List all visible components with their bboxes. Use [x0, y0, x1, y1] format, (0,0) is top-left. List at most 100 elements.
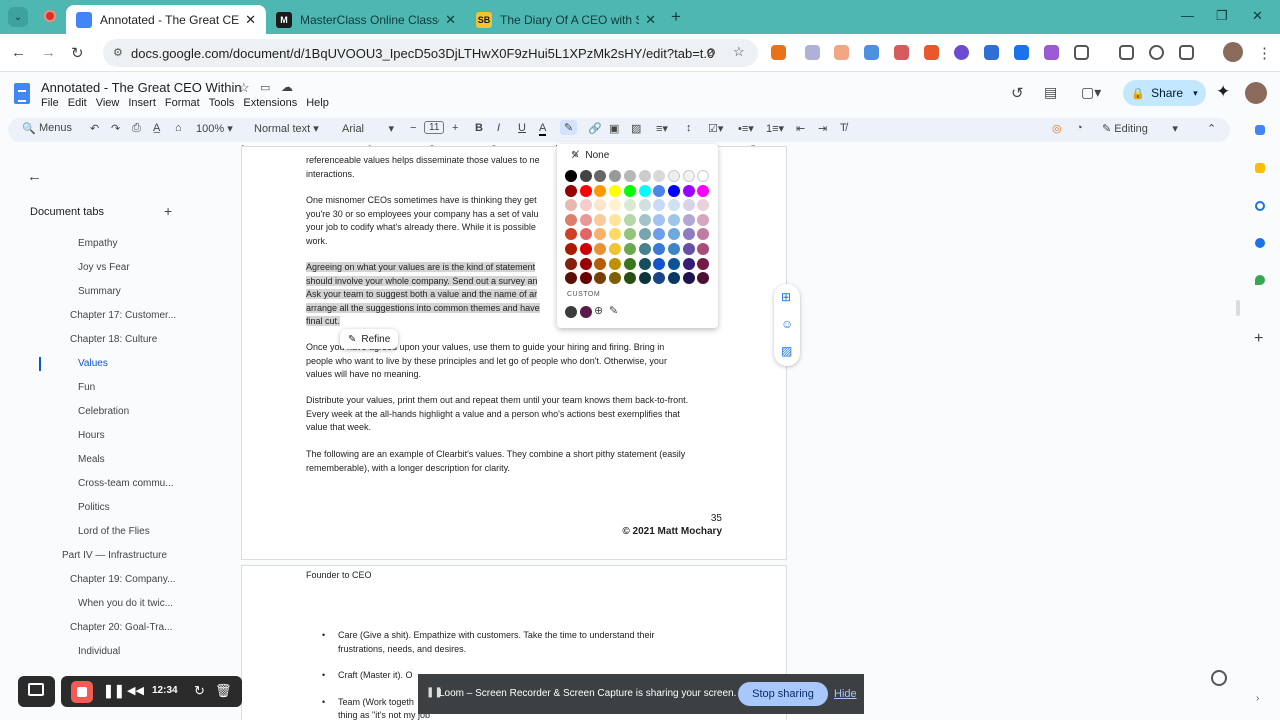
font-select[interactable]: Arial ▾: [342, 122, 394, 135]
profile-avatar[interactable]: [1223, 42, 1243, 62]
increase-font-size-icon[interactable]: +: [452, 122, 458, 134]
color-swatch[interactable]: [565, 257, 577, 270]
color-swatch[interactable]: [609, 257, 622, 270]
color-swatch[interactable]: [565, 170, 577, 182]
color-swatch[interactable]: [638, 184, 651, 197]
redo-icon[interactable]: ↷: [111, 122, 120, 135]
tab-search-button[interactable]: ⌄: [8, 7, 28, 27]
close-outline-back-icon[interactable]: ←: [27, 168, 42, 185]
scroll-right-icon[interactable]: ›: [1256, 693, 1259, 704]
outline-item[interactable]: Politics: [78, 502, 110, 513]
print-icon[interactable]: ⎙: [132, 122, 141, 135]
color-swatch[interactable]: [638, 170, 651, 182]
color-swatch[interactable]: [623, 243, 636, 255]
color-swatch[interactable]: [609, 243, 622, 255]
color-swatch[interactable]: [667, 184, 680, 197]
gemini-sparkle-icon[interactable]: ✦: [1216, 82, 1230, 102]
menu-extensions[interactable]: Extensions: [243, 97, 297, 109]
outline-item[interactable]: Part IV — Infrastructure: [62, 550, 167, 561]
color-swatch[interactable]: [565, 272, 577, 285]
close-tab-icon[interactable]: ✕: [445, 12, 456, 28]
color-swatch[interactable]: [667, 228, 680, 241]
highlight-color-icon[interactable]: ✎: [560, 120, 578, 135]
color-swatch[interactable]: [697, 170, 710, 182]
no-highlight-option[interactable]: ✎̸ None: [571, 150, 609, 161]
color-swatch[interactable]: [623, 170, 636, 182]
color-swatch[interactable]: [623, 228, 636, 241]
reload-icon[interactable]: ↻: [71, 44, 84, 62]
underline-icon[interactable]: U: [518, 122, 526, 134]
minimize-icon[interactable]: —: [1181, 8, 1194, 23]
zoom-select[interactable]: 100% ▾: [196, 122, 233, 135]
color-swatch[interactable]: [697, 228, 710, 241]
trash-icon[interactable]: 🗑: [215, 683, 232, 699]
outline-item[interactable]: Chapter 20: Goal-Tra...: [70, 622, 172, 633]
extension-icon[interactable]: [864, 45, 879, 60]
comments-icon[interactable]: ▤: [1044, 84, 1057, 101]
restore-icon[interactable]: ❐: [1216, 8, 1228, 24]
paragraph[interactable]: The following are an example of Clearbit…: [306, 448, 721, 475]
meet-icon[interactable]: ▢▾: [1081, 84, 1101, 101]
menu-help[interactable]: Help: [306, 97, 329, 109]
color-swatch[interactable]: [638, 272, 651, 285]
numbered-list-icon[interactable]: 1≡▾: [766, 122, 784, 135]
history-icon[interactable]: ◔: [1076, 122, 1083, 134]
menus-search[interactable]: Menus: [39, 122, 72, 134]
bulleted-list-icon[interactable]: •≡▾: [738, 122, 754, 135]
color-swatch[interactable]: [697, 213, 710, 226]
color-swatch[interactable]: [667, 199, 680, 212]
outline-item[interactable]: Values: [78, 358, 108, 369]
recorder-camera-toggle[interactable]: [18, 676, 55, 707]
menu-view[interactable]: View: [96, 97, 120, 109]
hide-button[interactable]: Hide: [834, 688, 857, 700]
color-swatch[interactable]: [609, 170, 622, 182]
move-folder-icon[interactable]: ▭: [260, 81, 270, 94]
color-swatch[interactable]: [697, 257, 710, 270]
outline-item[interactable]: Empathy: [78, 238, 117, 249]
color-swatch[interactable]: [653, 170, 666, 182]
align-icon[interactable]: ≡▾: [656, 122, 668, 135]
color-swatch[interactable]: [594, 243, 607, 255]
grammarly-icon[interactable]: [1211, 670, 1227, 686]
color-swatch[interactable]: [653, 228, 666, 241]
color-swatch[interactable]: [623, 272, 636, 285]
color-swatch[interactable]: [697, 199, 710, 212]
color-swatch[interactable]: [653, 199, 666, 212]
color-swatch[interactable]: [667, 243, 680, 255]
color-swatch[interactable]: [653, 243, 666, 255]
color-swatch[interactable]: [579, 184, 592, 197]
outline-item[interactable]: Cross-team commu...: [78, 478, 174, 489]
text-color-icon[interactable]: A: [539, 122, 547, 136]
color-swatch[interactable]: [579, 228, 592, 241]
insert-link-icon[interactable]: 🔗: [588, 122, 602, 135]
stop-sharing-button[interactable]: Stop sharing: [738, 682, 828, 706]
custom-color-swatch[interactable]: [580, 306, 592, 318]
insert-image-icon[interactable]: ▨: [631, 122, 641, 135]
extensions-puzzle-icon[interactable]: [1074, 45, 1089, 60]
color-swatch[interactable]: [682, 170, 695, 182]
eye-off-icon[interactable]: ⊘: [706, 45, 716, 59]
extension-icon[interactable]: [1044, 45, 1059, 60]
line-spacing-icon[interactable]: ↕: [686, 122, 692, 134]
menu-format[interactable]: Format: [165, 97, 200, 109]
italic-icon[interactable]: I: [497, 122, 500, 134]
color-swatch[interactable]: [682, 184, 695, 197]
browser-tab-docs[interactable]: Annotated - The Great CEO Wit ✕: [66, 5, 266, 34]
side-panel-icon[interactable]: [1179, 45, 1194, 60]
color-swatch[interactable]: [579, 213, 592, 226]
extension-icon[interactable]: [771, 45, 786, 60]
color-swatch[interactable]: [682, 272, 695, 285]
bold-icon[interactable]: B: [475, 122, 483, 134]
extension-icon[interactable]: [805, 45, 820, 60]
color-swatch[interactable]: [609, 213, 622, 226]
decrease-font-size-icon[interactable]: −: [410, 122, 416, 134]
color-swatch[interactable]: [653, 213, 666, 226]
font-size-input[interactable]: 11: [424, 121, 445, 134]
increase-indent-icon[interactable]: ⇥: [818, 122, 827, 135]
contacts-icon[interactable]: [1255, 238, 1265, 248]
suggest-edits-icon[interactable]: ▨: [781, 344, 792, 358]
calendar-icon[interactable]: [1255, 125, 1265, 135]
color-swatch[interactable]: [697, 184, 710, 197]
outline-item[interactable]: Individual: [78, 646, 120, 657]
add-comment-icon[interactable]: ▣: [609, 122, 619, 135]
